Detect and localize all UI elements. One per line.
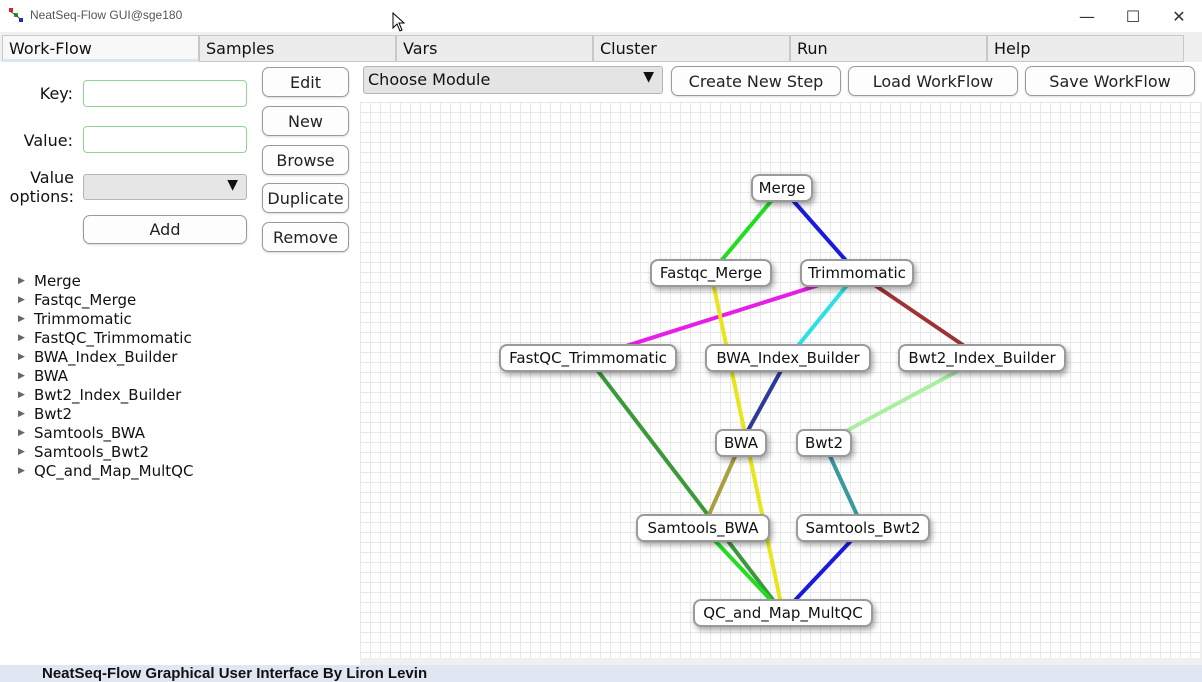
status-bar: NeatSeq-Flow Graphical User Interface By… bbox=[0, 665, 1202, 682]
tree-item[interactable]: ▶ Bwt2 bbox=[18, 404, 193, 423]
graph-node-bwa[interactable]: BWA bbox=[715, 429, 767, 457]
graph-node-bwa-index-builder[interactable]: BWA_Index_Builder bbox=[705, 344, 871, 372]
expand-arrow-icon[interactable]: ▶ bbox=[18, 333, 34, 343]
value-options-label-line2: options: bbox=[9, 187, 74, 206]
tree-item-label: QC_and_Map_MultQC bbox=[34, 461, 194, 480]
tree-item-label: BWA_Index_Builder bbox=[34, 347, 178, 366]
expand-arrow-icon[interactable]: ▶ bbox=[18, 447, 34, 457]
workflow-toolbar: Choose Module ▼ Create New Step Load Wor… bbox=[360, 62, 1202, 102]
load-workflow-button[interactable]: Load WorkFlow bbox=[848, 66, 1018, 96]
tab-run[interactable]: Run bbox=[790, 35, 987, 62]
tab-cluster[interactable]: Cluster bbox=[593, 35, 790, 62]
edit-button[interactable]: Edit bbox=[262, 67, 349, 97]
remove-button[interactable]: Remove bbox=[262, 222, 349, 252]
key-label: Key: bbox=[39, 84, 73, 103]
tree-item[interactable]: ▶ Samtools_Bwt2 bbox=[18, 442, 193, 461]
tree-item[interactable]: ▶ FastQC_Trimmomatic bbox=[18, 328, 193, 347]
key-input[interactable] bbox=[83, 80, 247, 107]
save-workflow-button[interactable]: Save WorkFlow bbox=[1025, 66, 1195, 96]
graph-node-bwt2[interactable]: Bwt2 bbox=[796, 429, 852, 457]
tree-item-label: Trimmomatic bbox=[34, 309, 132, 328]
choose-module-select[interactable]: Choose Module ▼ bbox=[363, 66, 663, 94]
edge-FastQC_Trimmomatic-to-QC_and_Map_MultQC bbox=[586, 356, 785, 615]
tree-item[interactable]: ▶ Trimmomatic bbox=[18, 309, 193, 328]
expand-arrow-icon[interactable]: ▶ bbox=[18, 409, 34, 419]
tab-work-flow[interactable]: Work-Flow bbox=[2, 35, 199, 62]
title-bar[interactable]: NeatSeq-Flow GUI@sge180 — ☐ ✕ bbox=[0, 0, 1202, 32]
expand-arrow-icon[interactable]: ▶ bbox=[18, 314, 34, 324]
tab-vars[interactable]: Vars bbox=[396, 35, 593, 62]
tree-item-label: Bwt2_Index_Builder bbox=[34, 385, 182, 404]
expand-arrow-icon[interactable]: ▶ bbox=[18, 466, 34, 476]
value-options-label-line1: Value bbox=[30, 168, 74, 187]
window-title: NeatSeq-Flow GUI@sge180 bbox=[30, 8, 183, 22]
tree-item[interactable]: ▶ BWA_Index_Builder bbox=[18, 347, 193, 366]
mouse-cursor-icon bbox=[392, 12, 406, 32]
chevron-down-icon: ▼ bbox=[227, 177, 238, 193]
graph-node-merge[interactable]: Merge bbox=[751, 174, 813, 202]
tab-samples[interactable]: Samples bbox=[199, 35, 396, 62]
tree-item[interactable]: ▶ Bwt2_Index_Builder bbox=[18, 385, 193, 404]
parameter-panel: Key: Value: Value options: ▼ Add Edit Ne… bbox=[0, 62, 360, 665]
expand-arrow-icon[interactable]: ▶ bbox=[18, 295, 34, 305]
graph-node-fastqc-trimmomatic[interactable]: FastQC_Trimmomatic bbox=[499, 344, 677, 372]
value-input[interactable] bbox=[83, 126, 247, 153]
graph-node-trimmomatic[interactable]: Trimmomatic bbox=[800, 259, 914, 287]
expand-arrow-icon[interactable]: ▶ bbox=[18, 390, 34, 400]
tree-item[interactable]: ▶ Samtools_BWA bbox=[18, 423, 193, 442]
close-button[interactable]: ✕ bbox=[1156, 0, 1202, 32]
status-text: NeatSeq-Flow Graphical User Interface By… bbox=[42, 665, 428, 682]
new-button[interactable]: New bbox=[262, 106, 349, 136]
value-label: Value: bbox=[23, 131, 73, 150]
value-options-select[interactable]: ▼ bbox=[83, 174, 247, 200]
minimize-button[interactable]: — bbox=[1064, 0, 1110, 32]
expand-arrow-icon[interactable]: ▶ bbox=[18, 352, 34, 362]
choose-module-value: Choose Module bbox=[368, 70, 491, 89]
browse-button[interactable]: Browse bbox=[262, 145, 349, 175]
tree-item-label: Bwt2 bbox=[34, 404, 72, 423]
expand-arrow-icon[interactable]: ▶ bbox=[18, 371, 34, 381]
maximize-button[interactable]: ☐ bbox=[1110, 0, 1156, 32]
tree-item[interactable]: ▶ Merge bbox=[18, 271, 193, 290]
step-tree: ▶ Merge ▶ Fastqc_Merge ▶ Trimmomatic ▶ FastQC_T… bbox=[18, 271, 193, 480]
tab-help[interactable]: Help bbox=[987, 35, 1184, 62]
tree-item[interactable]: ▶ QC_and_Map_MultQC bbox=[18, 461, 193, 480]
graph-node-fastqc-merge[interactable]: Fastqc_Merge bbox=[650, 259, 772, 287]
graph-node-bwt2-index-builder[interactable]: Bwt2_Index_Builder bbox=[898, 344, 1066, 372]
tree-item[interactable]: ▶ Fastqc_Merge bbox=[18, 290, 193, 309]
chevron-down-icon: ▼ bbox=[643, 69, 654, 85]
graph-node-qc-and-map-multqc[interactable]: QC_and_Map_MultQC bbox=[693, 599, 873, 627]
expand-arrow-icon[interactable]: ▶ bbox=[18, 276, 34, 286]
tree-item[interactable]: ▶ BWA bbox=[18, 366, 193, 385]
app-logo-icon bbox=[9, 8, 23, 22]
workflow-graph-canvas[interactable]: Merge Fastqc_Merge Trimmomatic FastQC_Trimm… bbox=[360, 102, 1200, 658]
tree-item-label: FastQC_Trimmomatic bbox=[34, 328, 192, 347]
tab-bar: Work-Flow Samples Vars Cluster Run Help bbox=[0, 35, 1202, 62]
create-new-step-button[interactable]: Create New Step bbox=[671, 66, 841, 96]
tree-item-label: Samtools_Bwt2 bbox=[34, 442, 150, 461]
tree-item-label: Samtools_BWA bbox=[34, 423, 146, 442]
add-button[interactable]: Add bbox=[83, 215, 247, 244]
tree-item-label: Merge bbox=[34, 271, 81, 290]
application-window: NeatSeq-Flow GUI@sge180 — ☐ ✕ Work-Flow … bbox=[0, 0, 1202, 682]
graph-node-samtools-bwa[interactable]: Samtools_BWA bbox=[636, 514, 770, 542]
tree-item-label: BWA bbox=[34, 366, 69, 385]
tree-item-label: Fastqc_Merge bbox=[34, 290, 137, 309]
expand-arrow-icon[interactable]: ▶ bbox=[18, 428, 34, 438]
duplicate-button[interactable]: Duplicate bbox=[262, 183, 349, 213]
graph-node-samtools-bwt2[interactable]: Samtools_Bwt2 bbox=[796, 514, 930, 542]
